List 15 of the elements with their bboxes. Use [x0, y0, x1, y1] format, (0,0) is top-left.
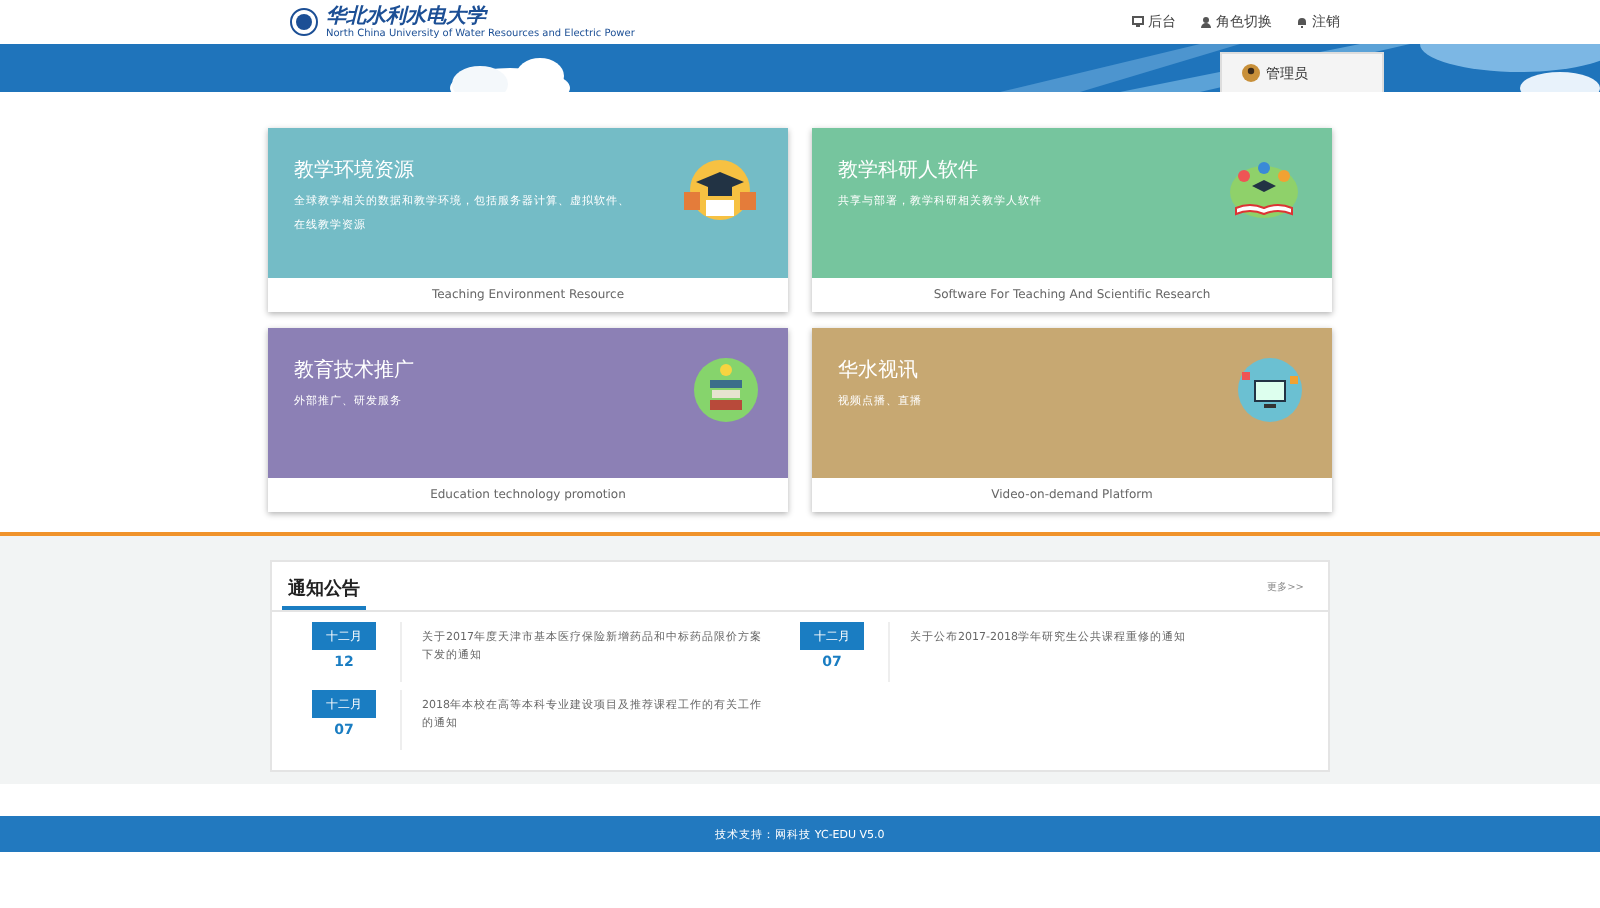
university-emblem-icon — [290, 8, 318, 36]
bell-icon — [1296, 16, 1308, 28]
avatar-icon — [1242, 64, 1260, 82]
card-title: 教学环境资源 — [294, 157, 416, 184]
university-name: 华北水利水电大学 — [326, 5, 490, 27]
books-icon — [692, 356, 760, 424]
panel-title: 通知公告 — [282, 576, 366, 610]
computer-screen-icon — [1236, 356, 1304, 424]
user-icon — [1200, 16, 1212, 28]
open-book-icon — [1224, 156, 1304, 224]
graduation-cap-icon — [680, 156, 760, 224]
card-title: 教学科研人软件 — [838, 157, 980, 184]
card-title: 教育技术推广 — [294, 357, 414, 384]
monitor-icon — [1132, 16, 1144, 28]
card-title: 华水视讯 — [838, 357, 920, 384]
